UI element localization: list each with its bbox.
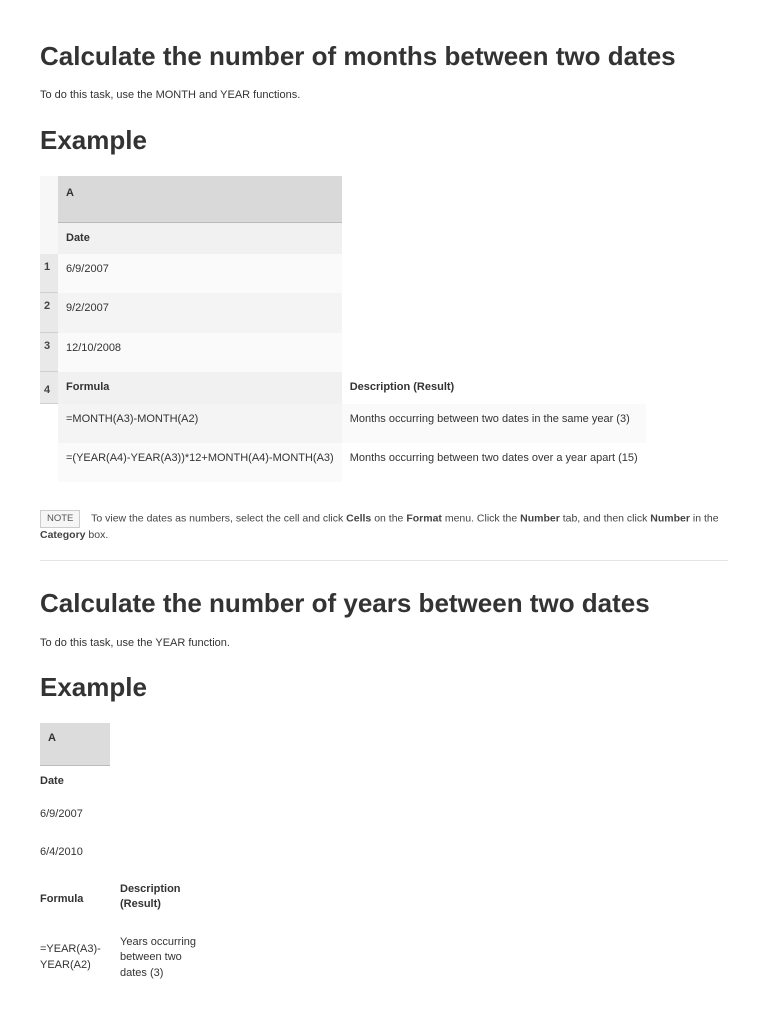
description-2: Months occurring between two dates over … bbox=[342, 443, 646, 482]
description-1: Years occurring between two dates (3) bbox=[110, 927, 220, 989]
note-text: To view the dates as numbers, select the… bbox=[40, 513, 719, 541]
cell-a2: 9/2/2007 bbox=[58, 293, 342, 332]
cell-a1: 6/9/2007 bbox=[40, 799, 110, 836]
date-header: Date bbox=[40, 766, 110, 799]
formula-header: Formula bbox=[58, 372, 342, 403]
example1-table: A Date 1 6/9/2007 2 9/2/2007 3 12/10/200… bbox=[40, 176, 646, 482]
row-number: 1 bbox=[40, 254, 58, 293]
formula-1: =YEAR(A3)-YEAR(A2) bbox=[40, 927, 110, 989]
example2-table: A Date 6/9/2007 6/4/2010 Formula Descrip… bbox=[40, 723, 220, 989]
description-1: Months occurring between two dates in th… bbox=[342, 404, 646, 443]
row-number: 3 bbox=[40, 333, 58, 372]
section1-example-heading: Example bbox=[40, 122, 728, 158]
formula-header: Formula bbox=[40, 874, 110, 927]
date-header: Date bbox=[58, 223, 342, 254]
row-number: 2 bbox=[40, 293, 58, 332]
section2-heading: Calculate the number of years between tw… bbox=[40, 585, 728, 621]
description-header: Description (Result) bbox=[110, 874, 220, 927]
section2-example-heading: Example bbox=[40, 669, 728, 705]
description-header: Description (Result) bbox=[342, 372, 646, 403]
cell-a3: 12/10/2008 bbox=[58, 333, 342, 372]
section2-intro: To do this task, use the YEAR function. bbox=[40, 636, 728, 651]
section-divider bbox=[40, 560, 728, 561]
column-a-header: A bbox=[58, 176, 342, 222]
formula-1: =MONTH(A3)-MONTH(A2) bbox=[58, 404, 342, 443]
column-a-header: A bbox=[40, 723, 110, 765]
formula-2: =(YEAR(A4)-YEAR(A3))*12+MONTH(A4)-MONTH(… bbox=[58, 443, 342, 482]
note-row: NOTE To view the dates as numbers, selec… bbox=[40, 510, 728, 542]
cell-a1: 6/9/2007 bbox=[58, 254, 342, 293]
row-header-blank bbox=[40, 223, 58, 254]
row-header-blank bbox=[40, 176, 58, 222]
cell-a2: 6/4/2010 bbox=[40, 837, 110, 874]
section1-intro: To do this task, use the MONTH and YEAR … bbox=[40, 88, 728, 103]
row-number: 4 bbox=[40, 372, 58, 403]
note-badge: NOTE bbox=[40, 510, 80, 527]
section1-heading: Calculate the number of months between t… bbox=[40, 38, 728, 74]
